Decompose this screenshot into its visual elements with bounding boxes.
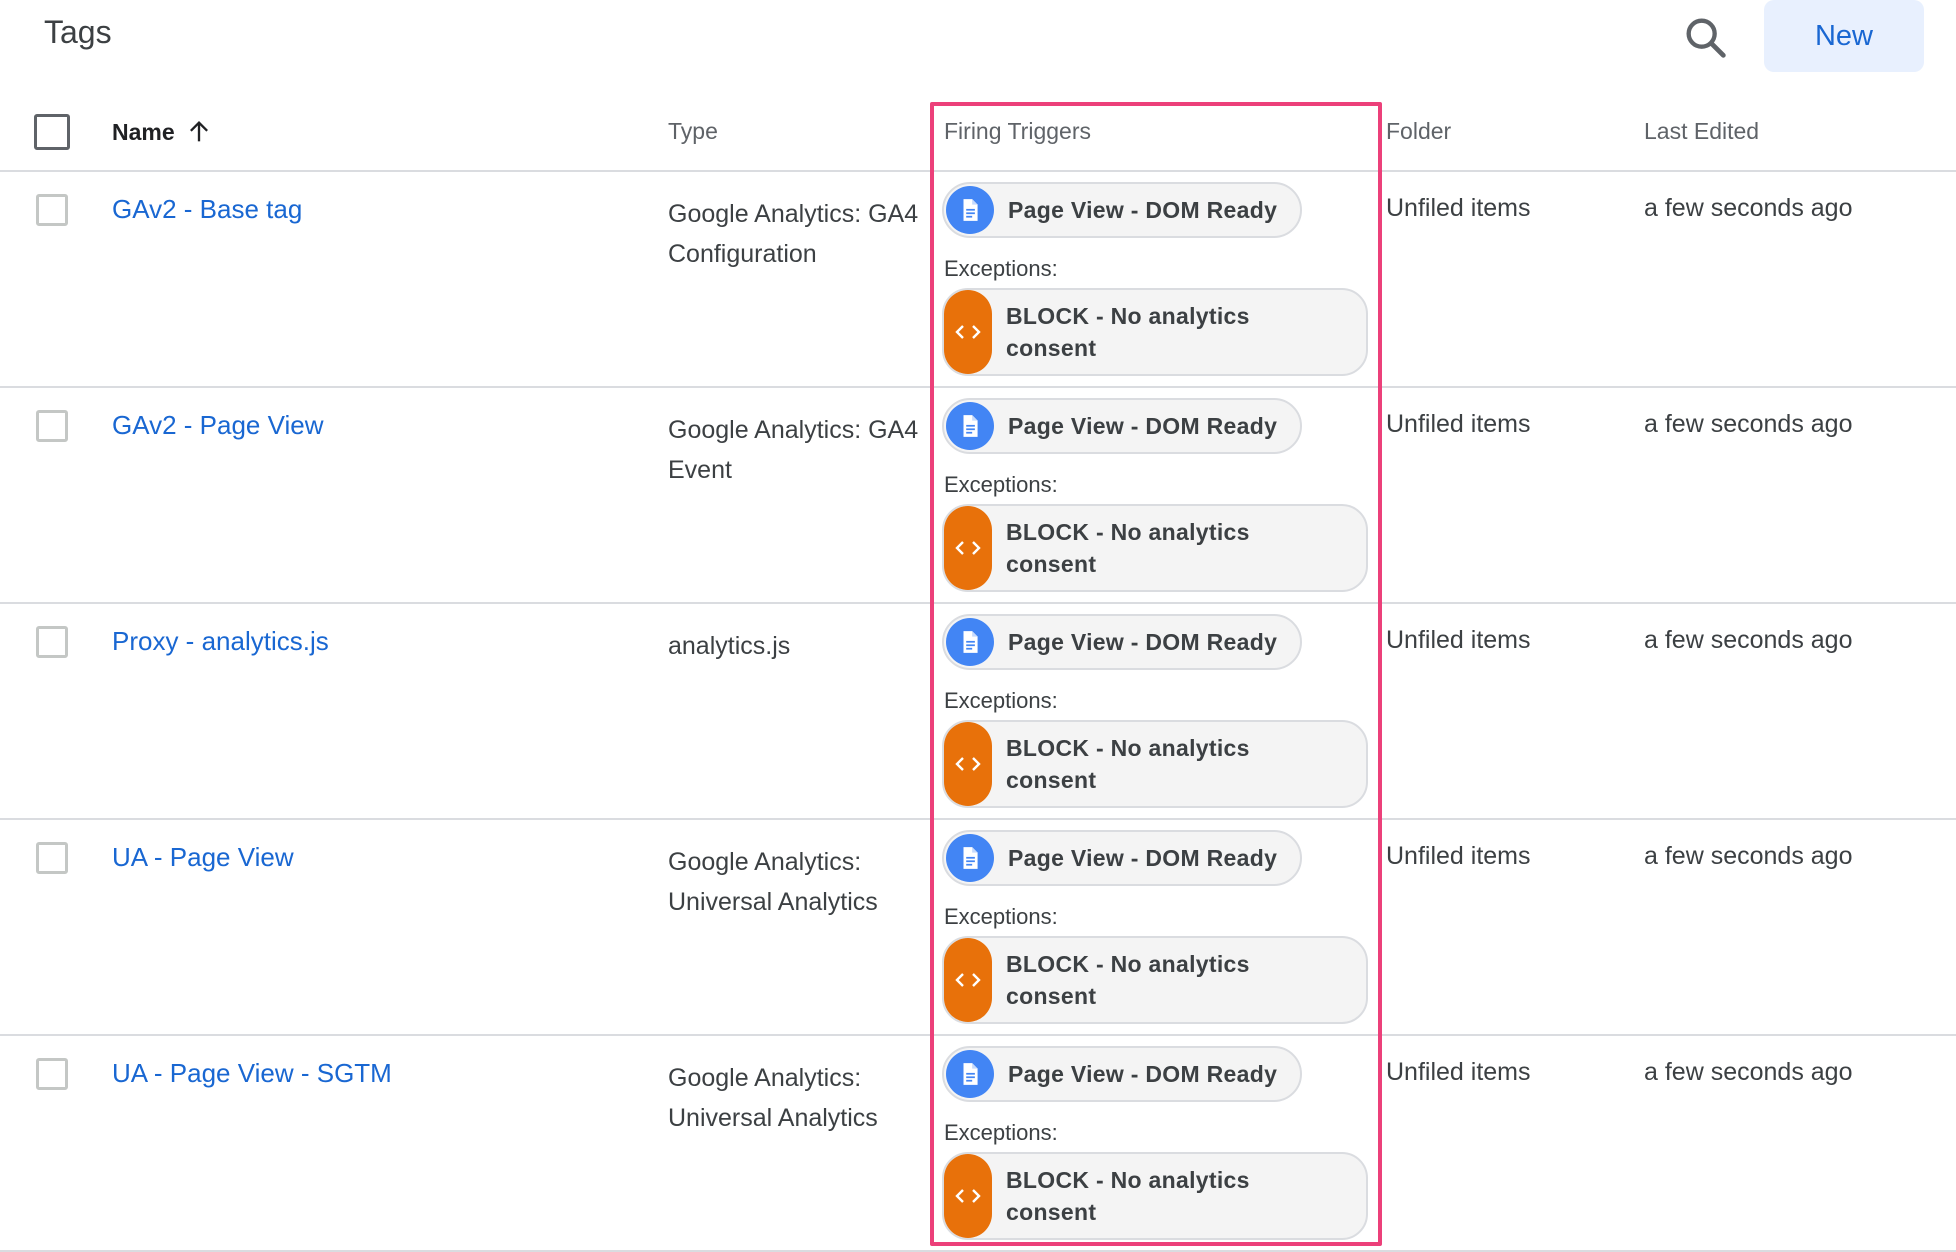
column-header-firing-triggers[interactable]: Firing Triggers	[944, 118, 1091, 145]
last-edited: a few seconds ago	[1644, 842, 1853, 870]
exception-label-line2: consent	[1006, 983, 1097, 1009]
tag-name-link[interactable]: Proxy - analytics.js	[112, 626, 329, 657]
select-all-checkbox[interactable]	[34, 114, 70, 150]
exception-label-line2: consent	[1006, 1199, 1097, 1225]
folder-name: Unfiled items	[1386, 194, 1531, 222]
trigger-chip[interactable]: Page View - DOM Ready	[942, 398, 1302, 454]
custom-event-code-icon	[944, 506, 992, 590]
exception-label: BLOCK - No analytics consent	[1006, 732, 1306, 796]
last-edited: a few seconds ago	[1644, 194, 1853, 222]
exceptions-label: Exceptions:	[944, 904, 1058, 929]
tag-type: Google Analytics: GA4 Configuration	[668, 200, 919, 268]
tag-type: analytics.js	[668, 632, 791, 660]
page-view-trigger-icon	[946, 618, 994, 666]
exception-label: BLOCK - No analytics consent	[1006, 300, 1306, 364]
exceptions-label: Exceptions:	[944, 472, 1058, 497]
table-row: Proxy - analytics.js analytics.js Page V…	[0, 604, 1956, 820]
page-title: Tags	[44, 14, 112, 50]
last-edited: a few seconds ago	[1644, 626, 1853, 654]
exception-label-line1: BLOCK - No analytics	[1006, 1167, 1250, 1193]
trigger-label: Page View - DOM Ready	[1008, 412, 1278, 439]
row-checkbox[interactable]	[36, 626, 68, 658]
exception-label-line2: consent	[1006, 551, 1097, 577]
custom-event-code-icon	[944, 1154, 992, 1238]
trigger-chip[interactable]: Page View - DOM Ready	[942, 182, 1302, 238]
page-view-trigger-icon	[946, 186, 994, 234]
table-row: GAv2 - Page View Google Analytics: GA4 E…	[0, 388, 1956, 604]
exceptions-label: Exceptions:	[944, 256, 1058, 281]
exception-chip[interactable]: BLOCK - No analytics consent	[942, 288, 1368, 376]
tag-name-link[interactable]: GAv2 - Page View	[112, 410, 324, 441]
trigger-label: Page View - DOM Ready	[1008, 196, 1278, 223]
exceptions-label: Exceptions:	[944, 1120, 1058, 1145]
exception-label: BLOCK - No analytics consent	[1006, 516, 1306, 580]
last-edited: a few seconds ago	[1644, 410, 1853, 438]
folder-name: Unfiled items	[1386, 1058, 1531, 1086]
column-header-name[interactable]: Name	[112, 118, 213, 146]
arrow-up-icon	[189, 121, 208, 142]
table-row: GAv2 - Base tag Google Analytics: GA4 Co…	[0, 172, 1956, 388]
table-row: UA - Page View Google Analytics: Univers…	[0, 820, 1956, 1036]
trigger-chip[interactable]: Page View - DOM Ready	[942, 1046, 1302, 1102]
tag-name-link[interactable]: UA - Page View	[112, 842, 294, 873]
search-icon[interactable]	[1680, 12, 1732, 64]
trigger-chip[interactable]: Page View - DOM Ready	[942, 830, 1302, 886]
tag-name-link[interactable]: GAv2 - Base tag	[112, 194, 302, 225]
custom-event-code-icon	[944, 722, 992, 806]
exception-chip[interactable]: BLOCK - No analytics consent	[942, 936, 1368, 1024]
tag-type: Google Analytics: Universal Analytics	[668, 1064, 878, 1132]
exception-chip[interactable]: BLOCK - No analytics consent	[942, 504, 1368, 592]
row-checkbox[interactable]	[36, 194, 68, 226]
last-edited: a few seconds ago	[1644, 1058, 1853, 1086]
folder-name: Unfiled items	[1386, 842, 1531, 870]
page-view-trigger-icon	[946, 402, 994, 450]
column-header-folder[interactable]: Folder	[1386, 118, 1451, 145]
custom-event-code-icon	[944, 938, 992, 1022]
table-header: Name Type Firing Triggers Folder Last Ed…	[0, 100, 1956, 172]
tag-name-link[interactable]: UA - Page View - SGTM	[112, 1058, 392, 1089]
tag-type: Google Analytics: Universal Analytics	[668, 848, 878, 916]
folder-name: Unfiled items	[1386, 410, 1531, 438]
exception-label: BLOCK - No analytics consent	[1006, 948, 1306, 1012]
new-button[interactable]: New	[1764, 0, 1924, 72]
exception-label-line1: BLOCK - No analytics	[1006, 951, 1250, 977]
trigger-chip[interactable]: Page View - DOM Ready	[942, 614, 1302, 670]
column-header-type[interactable]: Type	[668, 118, 718, 145]
top-bar: Tags New	[0, 0, 1956, 90]
page-view-trigger-icon	[946, 834, 994, 882]
trigger-label: Page View - DOM Ready	[1008, 844, 1278, 871]
page-view-trigger-icon	[946, 1050, 994, 1098]
exception-chip[interactable]: BLOCK - No analytics consent	[942, 1152, 1368, 1240]
folder-name: Unfiled items	[1386, 626, 1531, 654]
search-button[interactable]	[1680, 12, 1732, 64]
custom-event-code-icon	[944, 290, 992, 374]
row-checkbox[interactable]	[36, 1058, 68, 1090]
table-row: UA - Page View - SGTM Google Analytics: …	[0, 1036, 1956, 1252]
exception-label-line2: consent	[1006, 335, 1097, 361]
exception-label-line2: consent	[1006, 767, 1097, 793]
trigger-label: Page View - DOM Ready	[1008, 628, 1278, 655]
exception-chip[interactable]: BLOCK - No analytics consent	[942, 720, 1368, 808]
exceptions-label: Exceptions:	[944, 688, 1058, 713]
exception-label-line1: BLOCK - No analytics	[1006, 519, 1250, 545]
trigger-label: Page View - DOM Ready	[1008, 1060, 1278, 1087]
exception-label: BLOCK - No analytics consent	[1006, 1164, 1306, 1228]
row-checkbox[interactable]	[36, 410, 68, 442]
exception-label-line1: BLOCK - No analytics	[1006, 303, 1250, 329]
exception-label-line1: BLOCK - No analytics	[1006, 735, 1250, 761]
column-header-last-edited[interactable]: Last Edited	[1644, 118, 1759, 145]
tag-type: Google Analytics: GA4 Event	[668, 416, 919, 484]
column-header-name-label: Name	[112, 118, 175, 145]
row-checkbox[interactable]	[36, 842, 68, 874]
